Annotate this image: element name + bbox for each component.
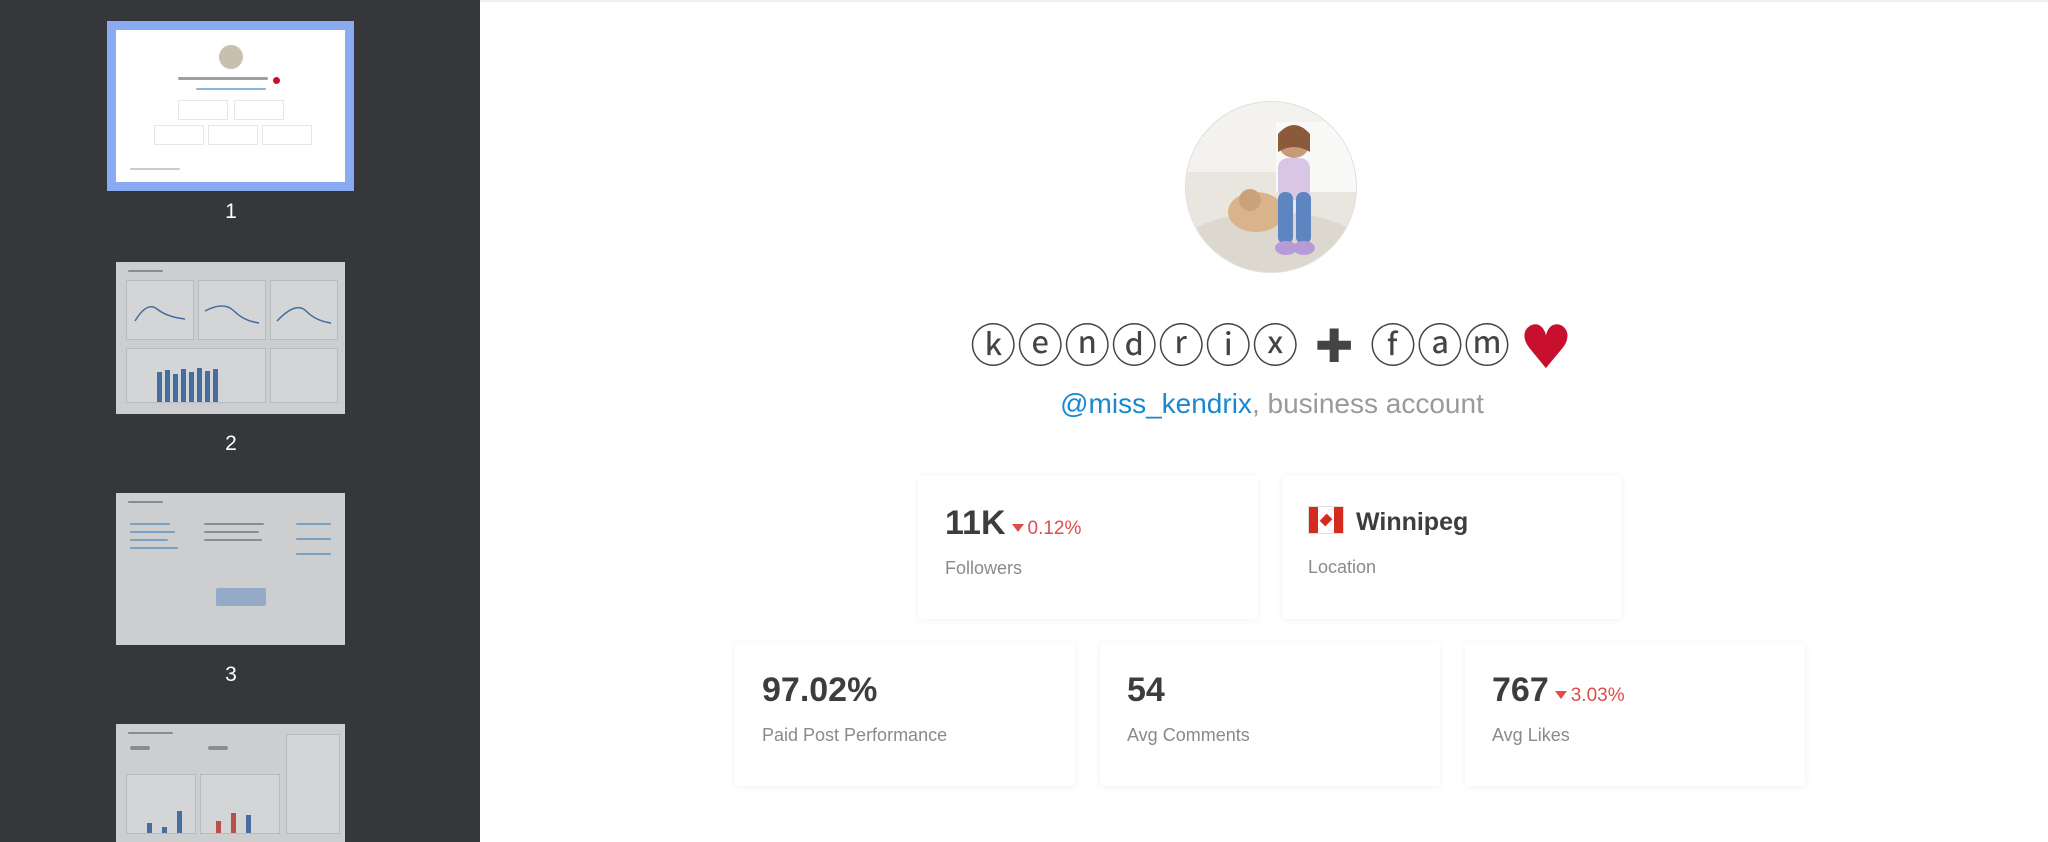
followers-delta-value: 0.12% [1027, 518, 1082, 539]
avg-likes-label: Avg Likes [1492, 725, 1570, 745]
followers-stat: 11K 0.12% [945, 504, 1081, 543]
account-type-text: , business account [1251, 388, 1484, 419]
avg-likes-card: 767 3.03% Avg Likes [1465, 643, 1805, 786]
thumbnail-page-number: 1 [225, 200, 237, 223]
instagram-handle-link[interactable]: @miss_kendrix [1060, 388, 1252, 419]
followers-card: 11K 0.12% Followers [918, 476, 1258, 619]
followers-value: 11K [945, 504, 1006, 542]
location-label: Location [1308, 557, 1377, 577]
avg-likes-delta-value: 3.03% [1570, 685, 1625, 706]
mini-card [178, 100, 228, 120]
mini-card [234, 100, 284, 120]
followers-label: Followers [945, 558, 1023, 578]
mini-handle-line [196, 88, 266, 90]
thumbnail-page-number: 2 [225, 432, 237, 455]
followers-delta: 0.12% [1011, 518, 1082, 539]
avg-comments-label: Avg Comments [1127, 725, 1250, 745]
thumbnail-dim-overlay [116, 724, 345, 842]
page-thumbnail-sidebar: 1 2 3 [0, 0, 480, 842]
thumbnail-dim-overlay [116, 262, 345, 414]
avg-comments-card: 54 Avg Comments [1100, 643, 1440, 786]
mini-footer-line [130, 168, 180, 170]
page-thumbnail-1[interactable] [107, 21, 354, 191]
avg-likes-value: 767 [1492, 671, 1549, 709]
paid-post-performance-card: 97.02% Paid Post Performance [735, 643, 1075, 786]
profile-name-text: ⓚⓔⓝⓓⓡⓘⓧ ✚ ⓕⓐⓜ [970, 319, 1511, 373]
avg-comments-value: 54 [1127, 671, 1165, 709]
down-arrow-icon [1554, 691, 1567, 699]
account-subtitle: @miss_kendrix, business account [480, 388, 2048, 420]
paid-post-performance-value: 97.02% [762, 671, 878, 709]
paid-post-performance-label: Paid Post Performance [762, 725, 948, 745]
profile-avatar [1185, 101, 1357, 273]
thumbnail-dim-overlay [116, 493, 345, 645]
page-thumbnail-4[interactable] [116, 724, 345, 842]
mini-card [154, 125, 204, 145]
mini-card [262, 125, 312, 145]
heart-icon: ♥ [1519, 313, 1574, 383]
page-thumbnail-2[interactable] [116, 262, 345, 414]
profile-name-heading: ⓚⓔⓝⓓⓡⓘⓧ ✚ ⓕⓐⓜ ♥ [480, 310, 2048, 383]
mini-name-line [178, 77, 268, 80]
avg-likes-stat: 767 3.03% [1492, 671, 1625, 710]
mini-heart-icon [273, 77, 280, 84]
report-page: ⓚⓔⓝⓓⓡⓘⓧ ✚ ⓕⓐⓜ ♥ @miss_kendrix, business a… [480, 0, 2048, 842]
location-value: Winnipeg [1356, 508, 1469, 536]
canada-flag-icon [1308, 506, 1344, 534]
mini-avatar [219, 45, 243, 69]
down-arrow-icon [1011, 524, 1024, 532]
location-card: Winnipeg Location [1282, 476, 1622, 619]
mini-card [208, 125, 258, 145]
page-thumbnail-3[interactable] [116, 493, 345, 645]
thumbnail-page-number: 3 [225, 663, 237, 686]
avg-likes-delta: 3.03% [1554, 685, 1625, 706]
location-stat: Winnipeg [1308, 506, 1468, 537]
avatar-photo [1186, 102, 1356, 272]
